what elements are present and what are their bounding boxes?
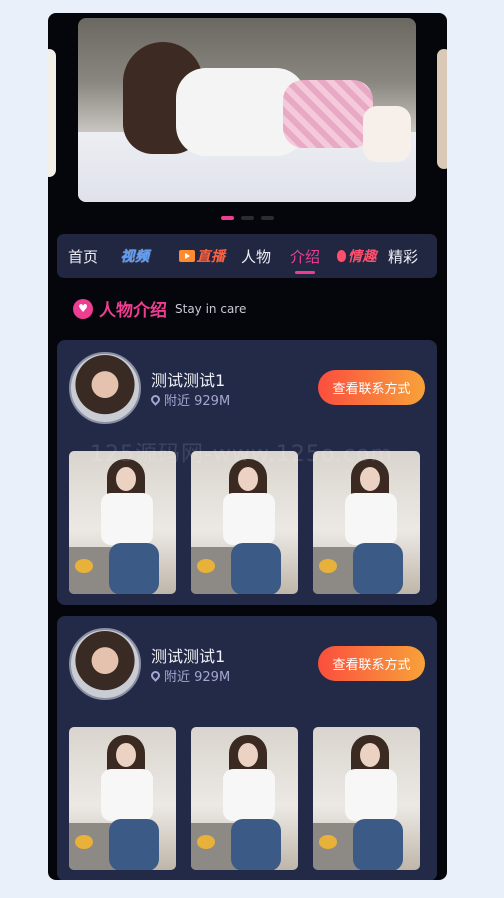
section-subtitle: Stay in care [175, 301, 247, 316]
nav-item-qingqu[interactable]: 情趣 [331, 234, 383, 278]
nav-item-label: 人物 [240, 247, 271, 266]
photo-face [238, 743, 258, 767]
live-badge: 直播 [178, 246, 226, 266]
carousel-dot[interactable] [221, 216, 234, 220]
carousel-slide-next[interactable] [437, 49, 447, 169]
view-contact-button[interactable]: 查看联系方式 [318, 370, 425, 405]
profile-name: 测试测试1 [151, 647, 226, 666]
location-text: 附近 929M [164, 670, 231, 685]
video-badge-label: 视频 [120, 249, 150, 265]
photo-face [360, 467, 380, 491]
photo-blouse [345, 493, 397, 545]
nav-item-featured[interactable]: 精彩 [383, 234, 423, 278]
category-nav: 首页 视频 直播 人物 介绍 情趣 精彩 [57, 234, 437, 278]
tv-icon [178, 250, 195, 262]
photo-gallery [69, 451, 420, 594]
app-container: 首页 视频 直播 人物 介绍 情趣 精彩 ♥ 人物介绍 Stay in care… [48, 13, 447, 880]
profile-card[interactable]: 测试测试1 附近 929M 查看联系方式 [57, 616, 437, 880]
photo-face [116, 743, 136, 767]
photo-jeans [353, 543, 403, 594]
section-title: 人物介绍 [99, 301, 167, 321]
gallery-photo[interactable] [69, 727, 176, 870]
carousel-dot[interactable] [261, 216, 274, 220]
view-contact-button[interactable]: 查看联系方式 [318, 646, 425, 681]
photo-blouse [223, 493, 275, 545]
carousel-dot[interactable] [241, 216, 254, 220]
photo-jeans [109, 819, 159, 870]
profile-location: 附近 929M [149, 666, 231, 685]
location-pin-icon [149, 393, 162, 406]
gallery-photo[interactable] [191, 727, 298, 870]
qingqu-badge-label: 情趣 [348, 249, 377, 265]
photo-jeans [109, 543, 159, 594]
gallery-photo[interactable] [69, 451, 176, 594]
section-header: ♥ 人物介绍 Stay in care [73, 296, 246, 321]
photo-veg [197, 835, 215, 849]
nav-item-people[interactable]: 人物 [233, 234, 279, 278]
photo-veg [319, 559, 337, 573]
gallery-photo[interactable] [191, 451, 298, 594]
avatar[interactable] [69, 352, 141, 424]
carousel-slide-current[interactable] [78, 18, 416, 202]
photo-veg [75, 835, 93, 849]
location-pin-icon [149, 669, 162, 682]
photo-blouse [223, 769, 275, 821]
nav-item-label: 首页 [67, 247, 98, 266]
photo-blouse [101, 493, 153, 545]
photo-gallery [69, 727, 420, 870]
photo-blouse [101, 769, 153, 821]
profile-location: 附近 929M [149, 390, 231, 409]
banner-photo-skirt [283, 80, 373, 148]
gallery-photo[interactable] [313, 727, 420, 870]
profile-card[interactable]: 测试测试1 附近 929M 查看联系方式 [57, 340, 437, 605]
live-badge-label: 直播 [196, 249, 226, 265]
profile-name: 测试测试1 [151, 371, 226, 390]
nav-item-intro[interactable]: 介绍 [279, 234, 331, 278]
heart-icon: ♥ [73, 298, 93, 319]
photo-jeans [353, 819, 403, 870]
location-text: 附近 929M [164, 394, 231, 409]
photo-jeans [231, 819, 281, 870]
avatar[interactable] [69, 628, 141, 700]
photo-face [238, 467, 258, 491]
carousel-slide-prev[interactable] [48, 49, 56, 177]
banner-photo-leg [363, 106, 411, 162]
photo-veg [75, 559, 93, 573]
photo-blouse [345, 769, 397, 821]
nav-item-live[interactable]: 直播 [171, 234, 233, 278]
photo-jeans [231, 543, 281, 594]
drop-icon [337, 250, 346, 262]
carousel-indicators [48, 216, 447, 220]
nav-item-video[interactable]: 视频 [99, 234, 171, 278]
gallery-photo[interactable] [313, 451, 420, 594]
nav-item-home[interactable]: 首页 [67, 234, 99, 278]
nav-item-label: 介绍 [289, 247, 320, 266]
photo-veg [197, 559, 215, 573]
nav-item-label: 精彩 [387, 247, 418, 266]
photo-face [360, 743, 380, 767]
qingqu-badge: 情趣 [337, 246, 377, 266]
banner-carousel[interactable] [48, 13, 447, 243]
photo-face [116, 467, 136, 491]
photo-veg [319, 835, 337, 849]
